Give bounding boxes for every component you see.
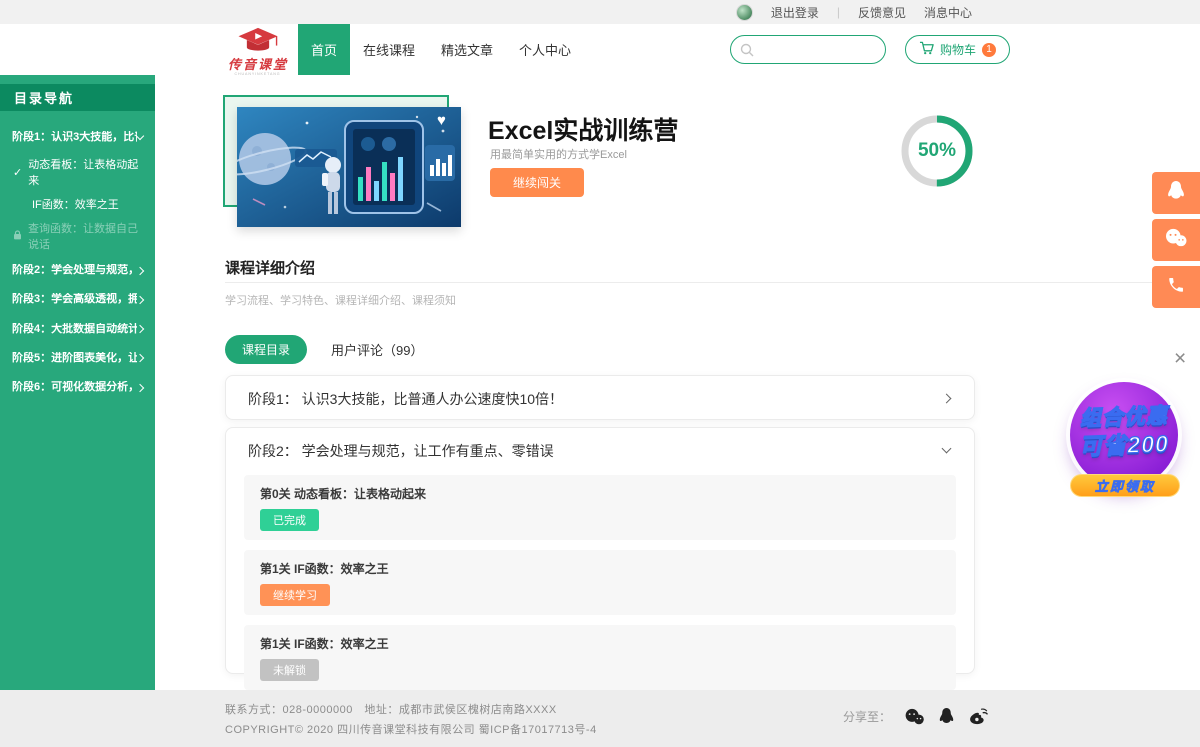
sidebar-item-lesson-if[interactable]: IF函数：效率之王	[0, 192, 155, 216]
topbar-divider: |	[837, 5, 840, 19]
cart-label: 购物车	[940, 41, 976, 58]
lesson-item-1[interactable]: 第1关 IF函数：效率之王 继续学习	[244, 550, 956, 615]
footer-copyright: COPYRIGHT© 2020 四川传音课堂科技有限公司 蜀ICP备170177…	[225, 721, 597, 741]
share-bar: 分享至：	[843, 707, 990, 726]
sidebar-item-stage3[interactable]: 阶段3：学会高级透视，拥有同时...	[0, 285, 155, 314]
wechat-icon	[1164, 228, 1188, 253]
nav-item-articles[interactable]: 精选文章	[428, 24, 506, 75]
status-badge-locked[interactable]: 未解锁	[260, 659, 319, 681]
top-utility-bar: 退出登录 | 反馈意见 消息中心	[0, 0, 1200, 24]
brand-logo[interactable]: 传音课堂 CHUANYINKETANG	[218, 27, 298, 76]
graduation-cap-icon	[236, 27, 280, 58]
chevron-right-icon	[942, 394, 952, 404]
main-nav: 传音课堂 CHUANYINKETANG 首页 在线课程 精选文章 个人中心 搜索…	[0, 24, 1200, 75]
section-description: 学习流程、学习特色、课程详细介绍、课程须知	[225, 292, 456, 308]
stage1-header[interactable]: 阶段1： 认识3大技能，比普通人办公速度快10倍！	[226, 376, 974, 421]
progress-percent: 50%	[898, 140, 976, 162]
messages-link[interactable]: 消息中心	[924, 4, 972, 21]
wechat-share-icon[interactable]	[904, 708, 925, 726]
search-input[interactable]	[731, 36, 886, 63]
qq-icon	[1166, 180, 1186, 207]
sidebar-list: 阶段1：认识3大技能，比普通人... ✓ 动态看板：让表格动起来 IF函数：效率…	[0, 111, 155, 402]
course-subtitle: 用最简单实用的方式学Excel	[490, 146, 627, 162]
status-badge-done[interactable]: 已完成	[260, 509, 319, 531]
footer: 联系方式：028-0000000 地址：成都市武侯区槐树店南路XXXX COPY…	[0, 690, 1200, 747]
lesson-item-0[interactable]: 第0关 动态看板：让表格动起来 已完成	[244, 475, 956, 540]
main-content: ♥ Excel实战训练营 用最简单实用的方式学Excel 继续闯关 50% 课程…	[155, 75, 1200, 690]
promo-close-icon[interactable]: ×	[1174, 348, 1186, 369]
sidebar-item-stage1[interactable]: 阶段1：认识3大技能，比普通人...	[0, 123, 155, 152]
chevron-right-icon	[136, 267, 144, 275]
footer-contact: 联系方式：028-0000000 地址：成都市武侯区槐树店南路XXXX	[225, 701, 597, 721]
tab-user-comments[interactable]: 用户评论（99）	[331, 340, 423, 359]
chevron-down-icon	[942, 444, 952, 454]
sidebar-item-lesson-dashboard[interactable]: ✓ 动态看板：让表格动起来	[0, 152, 155, 192]
sidebar-item-stage4[interactable]: 阶段4：大批数据自动统计分析，...	[0, 315, 155, 344]
check-icon: ✓	[13, 166, 22, 179]
phone-contact-button[interactable]	[1152, 266, 1200, 308]
brand-name: 传音课堂	[228, 58, 288, 71]
footer-text: 联系方式：028-0000000 地址：成都市武侯区槐树店南路XXXX COPY…	[225, 701, 597, 741]
feedback-link[interactable]: 反馈意见	[858, 4, 906, 21]
cart-count-badge: 1	[982, 43, 996, 57]
sidebar-item-lesson-locked[interactable]: 查询函数：让数据自己说话	[0, 216, 155, 256]
promo-claim-button[interactable]: 立即领取	[1070, 474, 1180, 497]
wechat-contact-button[interactable]	[1152, 219, 1200, 261]
lock-icon	[13, 230, 22, 243]
share-label: 分享至：	[843, 708, 891, 725]
cart-button[interactable]: 购物车 1	[905, 35, 1010, 64]
sidebar-item-stage2[interactable]: 阶段2：学会处理与规范，让工作...	[0, 256, 155, 285]
search-box: 搜索	[730, 35, 886, 64]
chevron-right-icon	[136, 354, 144, 362]
continue-button[interactable]: 继续闯关	[490, 168, 584, 197]
search-icon	[740, 43, 754, 62]
nav-item-profile[interactable]: 个人中心	[506, 24, 584, 75]
logout-link[interactable]: 退出登录	[771, 4, 819, 21]
sidebar-item-stage5[interactable]: 阶段5：进阶图表美化，让汇报一...	[0, 344, 155, 373]
section-heading: 课程详细介绍	[225, 257, 315, 278]
chevron-right-icon	[136, 325, 144, 333]
phone-icon	[1167, 276, 1185, 299]
page: 退出登录 | 反馈意见 消息中心 传音课堂 CHUANYINKETANG 首页 …	[0, 0, 1200, 747]
progress-ring: 50%	[898, 112, 976, 190]
chevron-down-icon	[136, 132, 144, 140]
nav-item-courses[interactable]: 在线课程	[350, 24, 428, 75]
course-title: Excel实战训练营	[488, 111, 678, 147]
qq-share-icon[interactable]	[938, 707, 955, 726]
chevron-right-icon	[136, 296, 144, 304]
tab-course-catalog[interactable]: 课程目录	[225, 335, 307, 364]
qq-contact-button[interactable]	[1152, 172, 1200, 214]
sidebar-item-stage6[interactable]: 阶段6：可视化数据分析，帮老板...	[0, 373, 155, 402]
chevron-right-icon	[136, 383, 144, 391]
section-divider	[225, 282, 1175, 283]
toc-sidebar: 目录导航 阶段1：认识3大技能，比普通人... ✓ 动态看板：让表格动起来 IF…	[0, 75, 155, 690]
stage2-card: 阶段2： 学会处理与规范，让工作有重点、零错误 第0关 动态看板：让表格动起来 …	[225, 427, 975, 674]
stage1-card: 阶段1： 认识3大技能，比普通人办公速度快10倍！	[225, 375, 975, 420]
cart-icon	[919, 41, 934, 58]
status-badge-continue[interactable]: 继续学习	[260, 584, 330, 606]
promo-text-line2[interactable]: 可省200	[1055, 424, 1192, 463]
stage2-header[interactable]: 阶段2： 学会处理与规范，让工作有重点、零错误	[226, 428, 974, 473]
nav-menu: 首页 在线课程 精选文章 个人中心	[298, 24, 584, 75]
weibo-share-icon[interactable]	[968, 707, 990, 726]
lesson-item-2[interactable]: 第1关 IF函数：效率之王 未解锁	[244, 625, 956, 690]
detail-tabs: 课程目录 用户评论（99）	[225, 335, 423, 364]
lesson-list: 第0关 动态看板：让表格动起来 已完成 第1关 IF函数：效率之王 继续学习 第…	[226, 473, 974, 690]
course-cover-image[interactable]	[237, 107, 461, 227]
heart-icon[interactable]: ♥	[437, 113, 446, 128]
user-avatar[interactable]	[736, 4, 753, 21]
nav-item-home[interactable]: 首页	[298, 24, 350, 75]
sidebar-title: 目录导航	[0, 84, 155, 111]
